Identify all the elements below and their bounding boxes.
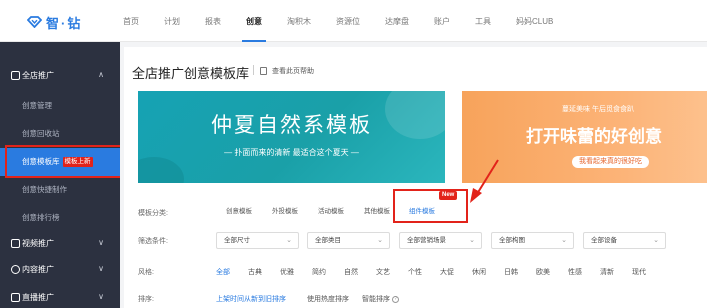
category-creative-template[interactable]: 创意模板: [226, 204, 252, 220]
chevron-down-icon: ⌄: [377, 237, 383, 244]
category-other-template[interactable]: 其他模板: [364, 204, 390, 220]
content-icon: [11, 265, 20, 274]
style-option-literary[interactable]: 文艺: [376, 267, 390, 277]
banner-summer-nature[interactable]: 仲夏自然系模板 — 扑面而来的清新 最适合这个夏天 —: [138, 91, 445, 183]
document-icon: [260, 67, 267, 75]
style-option-casual[interactable]: 休闲: [472, 267, 486, 277]
select-value: 全部营销场景: [407, 237, 446, 244]
brand-logo[interactable]: 智·钻: [26, 13, 83, 31]
style-option-japanese-korean[interactable]: 日韩: [504, 267, 518, 277]
style-label: 风格:: [138, 269, 154, 276]
sidebar-item-creative-template-library[interactable]: 创意模板库 模板上新: [0, 148, 120, 176]
chevron-down-icon: ⌄: [561, 237, 567, 244]
nav-item-plan[interactable]: 计划: [164, 0, 180, 42]
sidebar-item-creative-recycle-bin[interactable]: 创意回收站: [0, 120, 120, 148]
nav-item-creative[interactable]: 创意: [242, 0, 266, 42]
sidebar-group-store-promo[interactable]: 全店推广 ∧: [0, 60, 120, 92]
style-option-classical[interactable]: 古典: [248, 267, 262, 277]
select-value: 全部构图: [499, 237, 525, 244]
category-external-template[interactable]: 外投模板: [272, 204, 298, 220]
sidebar-group-live-promo[interactable]: 直播推广 ∨: [0, 282, 120, 308]
style-option-natural[interactable]: 自然: [344, 267, 358, 277]
select-value: 全部尺寸: [224, 237, 250, 244]
live-icon: [11, 293, 20, 302]
sort-by-newest[interactable]: 上架时间从新到旧排序: [216, 294, 286, 304]
main-nav: 首页 计划 报表 创意 淘积木 资源位 达摩盘 账户 工具 妈妈CLUB: [123, 0, 553, 42]
chevron-down-icon: ⌄: [469, 237, 475, 244]
chevron-down-icon: ⌄: [286, 237, 292, 244]
sidebar-group-label: 全店推广: [22, 71, 54, 80]
sort-smart[interactable]: 智能排序?: [362, 294, 399, 304]
sidebar: 全店推广 ∧ 创意管理 创意回收站 创意模板库 模板上新 创意快捷制作 创意排行榜…: [0, 42, 120, 308]
video-icon: [11, 239, 20, 248]
marketing-scene-select[interactable]: 全部营销场景 ⌄: [399, 232, 482, 249]
nav-item-account[interactable]: 账户: [434, 0, 450, 42]
nav-item-damopan[interactable]: 达摩盘: [385, 0, 409, 42]
style-option-all[interactable]: 全部: [216, 267, 230, 277]
select-value: 全部类目: [315, 237, 341, 244]
style-option-western[interactable]: 欧美: [536, 267, 550, 277]
banner-cta-button[interactable]: 我看起来真的很好吃: [572, 156, 649, 168]
sidebar-item-label: 创意模板库: [22, 157, 60, 166]
style-option-personality[interactable]: 个性: [408, 267, 422, 277]
page-title: 全店推广创意模板库: [132, 66, 250, 81]
banner-tasty-creative[interactable]: 蔓延美味 午后觅食食趴 打开味蕾的好创意 我看起来真的很好吃: [462, 91, 707, 183]
size-select[interactable]: 全部尺寸 ⌄: [216, 232, 299, 249]
template-new-badge: 模板上新: [62, 157, 93, 168]
store-icon: [11, 71, 20, 80]
sidebar-item-quick-creative[interactable]: 创意快捷制作: [0, 176, 120, 204]
banner-subtitle: — 扑面而来的清新 最适合这个夏天 —: [224, 148, 359, 157]
sort-smart-label: 智能排序: [362, 296, 390, 303]
nav-item-resource[interactable]: 资源位: [336, 0, 360, 42]
category-activity-template[interactable]: 活动模板: [318, 204, 344, 220]
style-option-promotion[interactable]: 大促: [440, 267, 454, 277]
nav-item-mama-club[interactable]: 妈妈CLUB: [516, 0, 553, 42]
template-panel: 全店推广创意模板库 查看此页帮助 仲夏自然系模板 — 扑面而来的清新 最适合这个…: [124, 47, 707, 308]
divider: [253, 65, 254, 75]
banner-title: 仲夏自然系模板: [211, 113, 372, 137]
sort-label: 排序:: [138, 296, 154, 303]
sidebar-group-label: 直播推广: [22, 293, 54, 302]
style-option-fresh[interactable]: 清新: [600, 267, 614, 277]
banner-title: 打开味蕾的好创意: [526, 127, 662, 146]
help-link-label: 查看此页帮助: [272, 68, 314, 75]
nav-item-taojimu[interactable]: 淘积木: [287, 0, 311, 42]
style-option-modern[interactable]: 现代: [632, 267, 646, 277]
chevron-down-icon: ∨: [98, 292, 104, 301]
nav-item-tools[interactable]: 工具: [475, 0, 491, 42]
chevron-up-icon: ∧: [98, 70, 104, 79]
category-label: 模板分类:: [138, 210, 168, 217]
chevron-down-icon: ∨: [98, 238, 104, 247]
chevron-down-icon: ⌄: [653, 237, 659, 244]
composition-select[interactable]: 全部构图 ⌄: [491, 232, 574, 249]
help-link[interactable]: 查看此页帮助: [260, 66, 314, 76]
device-select[interactable]: 全部设备 ⌄: [583, 232, 666, 249]
info-icon: ?: [392, 295, 399, 303]
top-navbar: 智·钻 首页 计划 报表 创意 淘积木 资源位 达摩盘 账户 工具 妈妈CLUB: [0, 0, 707, 42]
category-select[interactable]: 全部类目 ⌄: [307, 232, 390, 249]
select-value: 全部设备: [591, 237, 617, 244]
sort-by-popularity[interactable]: 使用热度排序: [307, 294, 349, 304]
diamond-logo-icon: [26, 16, 43, 29]
brand-name: 智·钻: [46, 15, 83, 31]
sidebar-item-creative-management[interactable]: 创意管理: [0, 92, 120, 120]
style-option-elegant[interactable]: 优雅: [280, 267, 294, 277]
new-tag: New: [439, 191, 458, 200]
main-content: 全店推广创意模板库 查看此页帮助 仲夏自然系模板 — 扑面而来的清新 最适合这个…: [120, 42, 707, 308]
leaf-decoration: [138, 157, 184, 183]
style-option-simple[interactable]: 简约: [312, 267, 326, 277]
nav-item-report[interactable]: 报表: [205, 0, 221, 42]
nav-item-home[interactable]: 首页: [123, 0, 139, 42]
filter-label: 筛选条件:: [138, 238, 168, 245]
chevron-down-icon: ∨: [98, 264, 104, 273]
banner-tagline: 蔓延美味 午后觅食食趴: [562, 106, 634, 113]
style-option-sexy[interactable]: 性感: [568, 267, 582, 277]
